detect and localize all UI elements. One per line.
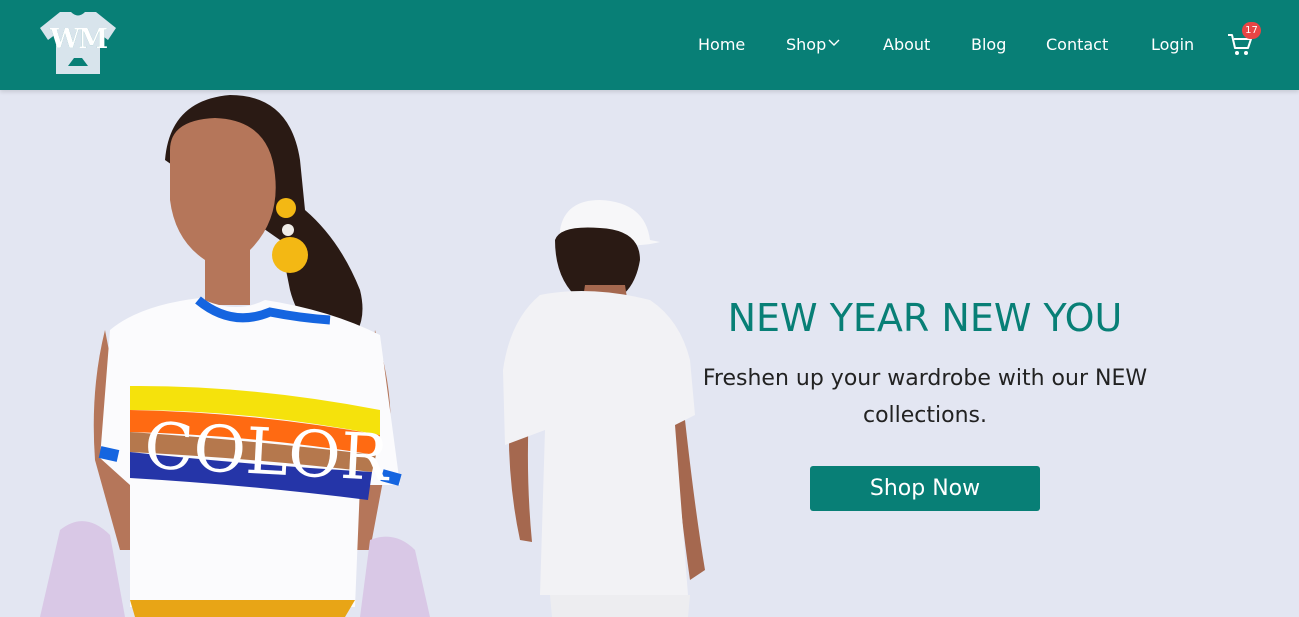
shirt-print-text: COLOR xyxy=(143,410,393,497)
nav-about[interactable]: About xyxy=(883,33,930,57)
hero-subtitle-line2: collections. xyxy=(862,403,987,428)
brand-logo[interactable]: WM xyxy=(38,10,118,76)
nav-contact[interactable]: Contact xyxy=(1046,33,1108,57)
nav-blog[interactable]: Blog xyxy=(971,33,1006,57)
logo-text: WM xyxy=(49,24,108,55)
hero-banner: COLOR NEW YEAR NEW YOU Freshen up your w… xyxy=(0,90,1299,617)
hero-title: NEW YEAR NEW YOU xyxy=(727,296,1123,340)
shop-now-button[interactable]: Shop Now xyxy=(810,466,1040,511)
hero-subtitle-line1: Freshen up your wardrobe with our NEW xyxy=(702,366,1148,391)
nav-shop[interactable]: Shop xyxy=(786,33,826,57)
hero-subtitle: Freshen up your wardrobe with our NEW co… xyxy=(660,360,1190,434)
hero-models-image: COLOR xyxy=(40,95,705,617)
nav-login[interactable]: Login xyxy=(1151,33,1194,57)
top-navbar: WM Home Shop About Blog Contact Login 17 xyxy=(0,0,1299,90)
cart-count-badge: 17 xyxy=(1242,22,1261,39)
nav-home[interactable]: Home xyxy=(698,33,745,57)
chevron-down-icon[interactable] xyxy=(827,37,841,47)
